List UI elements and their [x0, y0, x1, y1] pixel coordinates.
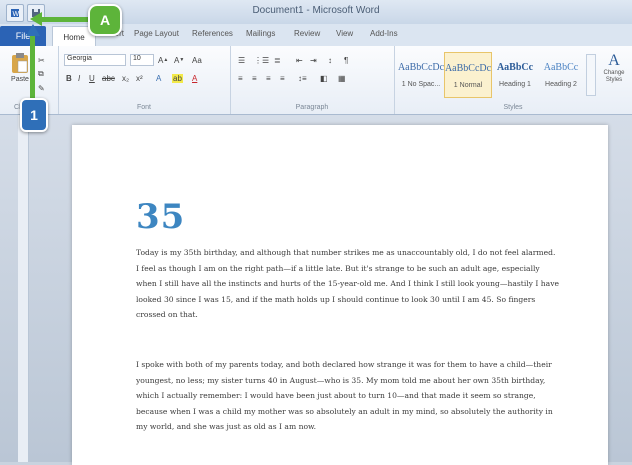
style-name: Heading 1 — [499, 81, 531, 88]
tab-view[interactable]: View — [336, 29, 353, 38]
document-workspace: 35 Today is my 35th birthday, and althou… — [0, 115, 632, 465]
style-heading-2[interactable]: AaBbCc Heading 2 — [538, 52, 584, 96]
align-right-icon[interactable]: ≡ — [266, 72, 271, 84]
document-page[interactable]: 35 Today is my 35th birthday, and althou… — [72, 125, 608, 465]
tab-mailings[interactable]: Mailings — [246, 29, 275, 38]
tab-add-ins[interactable]: Add-Ins — [370, 29, 398, 38]
subscript-icon[interactable]: x₂ — [122, 72, 129, 84]
shading-icon[interactable]: ◧ — [320, 72, 328, 84]
callout-1: 1 — [20, 98, 48, 132]
italic-icon[interactable]: I — [78, 72, 80, 84]
style-sample: AaBbCcDc — [444, 63, 492, 74]
font-group-label: Font — [136, 104, 151, 111]
style-name: Heading 2 — [545, 81, 577, 88]
vertical-ruler — [18, 115, 29, 462]
style-sample: AaBbCc — [543, 62, 579, 73]
decrease-indent-icon[interactable]: ⇤ — [296, 54, 303, 66]
copy-icon[interactable]: ⧉ — [38, 68, 44, 80]
bold-icon[interactable]: B — [66, 72, 72, 84]
body-paragraph: I spoke with both of my parents today, a… — [136, 360, 553, 432]
font-size-select[interactable]: 10 — [130, 54, 154, 66]
align-center-icon[interactable]: ≡ — [252, 72, 257, 84]
style-sample: AaBbCcDc — [397, 62, 445, 73]
borders-icon[interactable]: ▦ — [338, 72, 346, 84]
ribbon: Paste ✂ ⧉ ✎ Clipboard Georgia 10 A▲ A▼ A… — [0, 46, 632, 115]
paragraph-group-label: Paragraph — [295, 104, 329, 111]
strikethrough-icon[interactable]: abc — [102, 72, 115, 84]
style-no-spacing[interactable]: AaBbCcDc 1 No Spac... — [398, 52, 444, 96]
styles-group-label: Styles — [503, 104, 523, 111]
style-name: 1 No Spac... — [401, 81, 441, 88]
paste-button[interactable]: Paste — [8, 52, 32, 92]
tab-page-layout[interactable]: Page Layout — [134, 29, 179, 38]
style-sample: AaBbCc — [496, 62, 534, 73]
paragraph-group: ☰ ⋮☰ ≣ ⇤ ⇥ ↕ ¶ ≡ ≡ ≡ ≡ ↕≡ ◧ ▦ Paragraph — [230, 46, 395, 114]
paste-label: Paste — [11, 76, 29, 83]
shrink-font-icon[interactable]: A ▼ — [174, 54, 184, 66]
increase-indent-icon[interactable]: ⇥ — [310, 54, 317, 66]
callout-a-arrow — [40, 17, 92, 22]
font-name-select[interactable]: Georgia — [64, 54, 126, 66]
grow-font-icon[interactable]: A ▲ — [158, 54, 168, 66]
styles-scroll[interactable] — [586, 54, 596, 96]
bullets-icon[interactable]: ☰ — [238, 54, 245, 66]
style-normal[interactable]: AaBbCcDc 1 Normal — [444, 52, 492, 98]
underline-icon[interactable]: U — [89, 72, 95, 84]
callout-1-arrowhead — [26, 24, 40, 36]
change-styles-label: Change Styles — [603, 70, 625, 83]
numbering-icon[interactable]: ⋮☰ — [254, 54, 269, 66]
clear-formatting-icon[interactable]: Aa — [192, 54, 202, 66]
font-size-value: 10 — [133, 55, 141, 62]
show-marks-icon[interactable]: ¶ — [344, 54, 348, 66]
multilevel-list-icon[interactable]: ≣ — [274, 54, 281, 66]
style-name: 1 Normal — [453, 82, 483, 89]
justify-icon[interactable]: ≡ — [280, 72, 285, 84]
tab-references[interactable]: References — [192, 29, 233, 38]
chapter-number: 35 — [136, 197, 186, 237]
callout-a: A — [88, 4, 122, 36]
sort-icon[interactable]: ↕ — [328, 54, 332, 66]
text-effects-icon[interactable]: A — [156, 72, 161, 84]
superscript-icon[interactable]: x² — [136, 72, 143, 84]
cut-icon[interactable]: ✂ — [38, 54, 45, 66]
change-styles-button[interactable]: A Change Styles — [598, 52, 630, 96]
highlight-icon[interactable]: ab — [172, 72, 183, 84]
line-spacing-icon[interactable]: ↕≡ — [298, 72, 307, 84]
style-heading-1[interactable]: AaBbCc Heading 1 — [492, 52, 538, 96]
change-styles-icon: A — [608, 52, 620, 69]
body-paragraph: Today is my 35th birthday, and although … — [136, 248, 559, 320]
font-color-icon[interactable]: A — [192, 72, 197, 84]
callout-1-arrow — [30, 32, 35, 100]
styles-group: AaBbCcDc 1 No Spac... AaBbCcDc 1 Normal … — [394, 46, 632, 114]
format-painter-icon[interactable]: ✎ — [38, 82, 45, 94]
font-name-value: Georgia — [67, 55, 92, 62]
tab-review[interactable]: Review — [294, 29, 320, 38]
font-group: Georgia 10 A ▲ A ▼ Aa B I U abc x₂ x² A ab… — [58, 46, 231, 114]
clipboard-icon — [12, 53, 28, 73]
align-left-icon[interactable]: ≡ — [238, 72, 243, 84]
